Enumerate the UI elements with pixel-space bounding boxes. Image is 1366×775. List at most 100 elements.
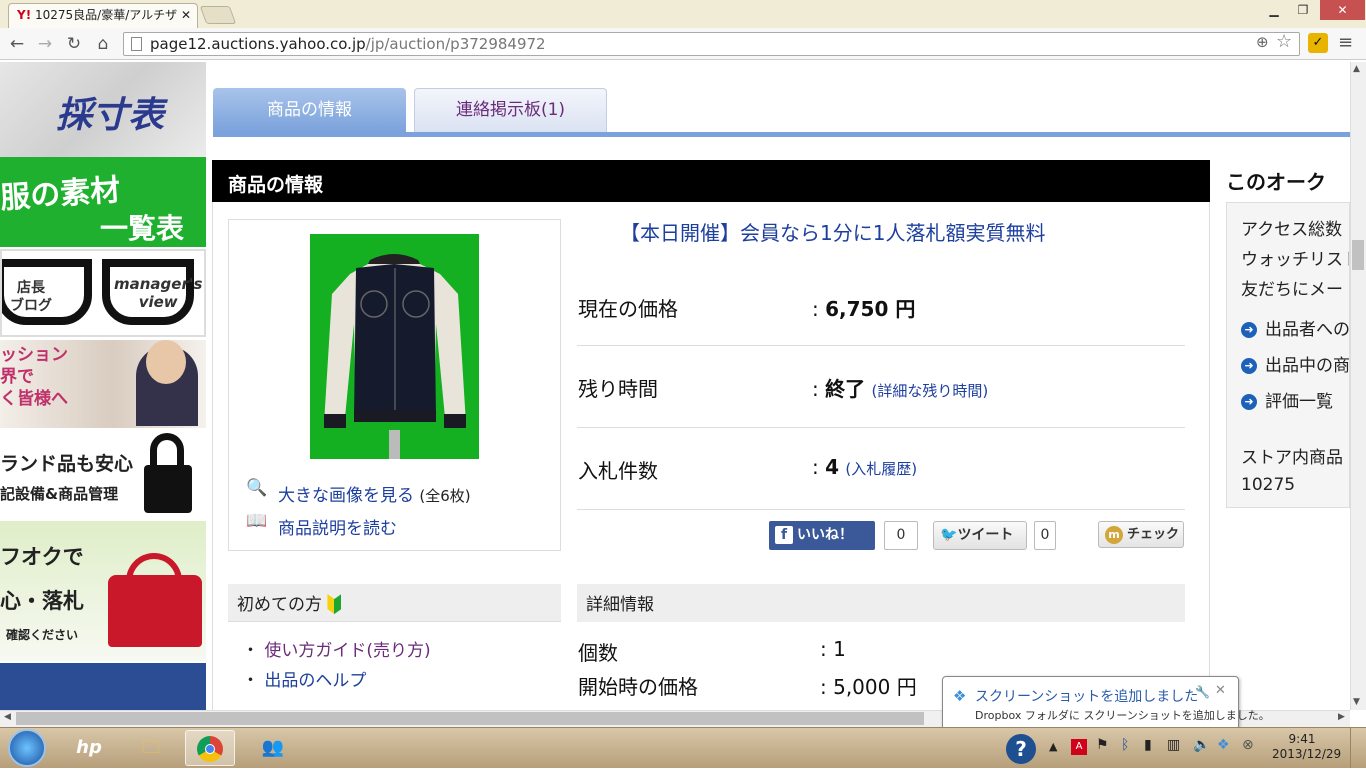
help-list-item[interactable]: ・ 出品のヘルプ: [242, 666, 366, 691]
dropbox-icon: ❖: [953, 687, 967, 705]
battery-icon[interactable]: ▮: [1144, 737, 1152, 753]
home-icon[interactable]: ⌂: [92, 33, 114, 55]
bottom-banner[interactable]: [0, 663, 206, 710]
price-value: : 6,750 円: [812, 297, 916, 321]
start-button[interactable]: [8, 729, 46, 767]
usage-guide-link[interactable]: 使い方ガイド(売り方): [264, 641, 430, 661]
ratings-link[interactable]: ➜ 評価一覧: [1241, 387, 1333, 412]
scroll-left-icon[interactable]: ◀: [4, 712, 11, 722]
details-header: 詳細情報: [577, 584, 1185, 622]
auction-side-title: このオーク: [1226, 170, 1326, 194]
size-chart-banner[interactable]: 採寸表: [0, 62, 206, 157]
chrome-taskbar-icon[interactable]: [185, 730, 235, 766]
blog-label: 店長 ブログ: [10, 280, 52, 314]
horizontal-scroll-thumb[interactable]: [16, 712, 924, 725]
wrench-icon[interactable]: 🔧: [1195, 685, 1210, 699]
clock-time: 9:41: [1288, 732, 1316, 746]
email-friend-link[interactable]: 友だちにメー: [1241, 275, 1343, 300]
minimize-icon[interactable]: ▁: [1260, 0, 1288, 20]
forward-icon[interactable]: →: [34, 33, 56, 55]
notification-title: スクリーンショットを追加しました: [975, 689, 1199, 705]
yahoo-favicon: Y!: [17, 8, 32, 22]
read-description-link[interactable]: 商品説明を読む: [278, 514, 397, 539]
book-icon: 📖: [246, 511, 268, 531]
auction-side-box: アクセス総数 ウォッチリスト 友だちにメー ➜ 出品者への ➜ 出品中の商 ➜ 評価一…: [1226, 202, 1350, 508]
fashion-banner[interactable]: ッション 界で く皆様へ: [0, 340, 206, 428]
scroll-right-icon[interactable]: ▶: [1338, 712, 1345, 722]
check-label: チェック: [1127, 527, 1180, 542]
price-amount: 6,750 円: [825, 297, 916, 321]
extension-icon[interactable]: ✓: [1308, 33, 1328, 53]
bid-history-link[interactable]: (入札履歴): [845, 460, 917, 478]
promo-link[interactable]: 【本日開催】会員なら1分に1人落札額実質無料: [620, 217, 1045, 246]
fashion-line2: 界で: [0, 367, 34, 387]
scroll-up-icon[interactable]: ▲: [1353, 64, 1360, 74]
back-icon[interactable]: ←: [6, 33, 28, 55]
dropbox-tray-icon[interactable]: ❖: [1217, 737, 1230, 753]
network-icon[interactable]: ▥: [1167, 737, 1180, 753]
tweet-button[interactable]: 🐦ツイート: [933, 521, 1027, 550]
flag-tray-icon[interactable]: ⚑: [1096, 737, 1109, 753]
manager-blog-banner[interactable]: 店長 ブログ manager's view: [0, 249, 206, 337]
messenger-icon[interactable]: 👥: [248, 730, 298, 766]
volume-icon[interactable]: 🔈: [1193, 737, 1210, 753]
close-tab-icon[interactable]: ✕: [181, 4, 191, 26]
seller-items-link[interactable]: ➜ 出品中の商: [1241, 351, 1349, 376]
help-icon[interactable]: ?: [1006, 734, 1036, 764]
bluetooth-icon[interactable]: ᛒ: [1121, 737, 1129, 753]
time-left-detail-link[interactable]: (詳細な残り時間): [871, 382, 988, 400]
arrow-right-icon: ➜: [1241, 322, 1257, 338]
yafuoku-banner[interactable]: フオクで 心・落札 確認ください: [0, 521, 206, 661]
view-large-image-link[interactable]: 大きな画像を見る (全6枚): [278, 481, 471, 506]
tab-item-info[interactable]: 商品の情報: [213, 88, 406, 132]
watchlist-label: ウォッチリスト: [1241, 250, 1350, 270]
fashion-line1: ッション: [0, 345, 68, 365]
tab-message-board[interactable]: 連絡掲示板(1): [414, 88, 607, 132]
page-icon: [131, 37, 142, 51]
clock[interactable]: 9:41 2013/12/29: [1272, 732, 1341, 762]
vertical-scroll-thumb[interactable]: [1352, 240, 1364, 270]
window-close-icon[interactable]: ✕: [1320, 0, 1365, 20]
listing-help-link[interactable]: 出品のヘルプ: [264, 671, 366, 691]
bookmark-star-icon[interactable]: ☆: [1276, 31, 1292, 52]
scroll-down-icon[interactable]: ▼: [1353, 697, 1360, 707]
lock-icon: [144, 465, 192, 513]
seller-question-link[interactable]: ➜ 出品者への: [1241, 315, 1349, 340]
quantity-label: 個数: [578, 641, 618, 665]
quantity-value: : 1: [820, 637, 846, 661]
adobe-tray-icon[interactable]: A: [1071, 739, 1087, 755]
vertical-scrollbar[interactable]: [1350, 62, 1366, 710]
beginner-header: 初めての方: [228, 584, 561, 622]
time-left-value: : 終了 (詳細な残り時間): [812, 377, 989, 401]
view-large-image-label: 大きな画像を見る: [278, 486, 414, 506]
explorer-icon[interactable]: 🗀: [126, 730, 176, 766]
browser-tab[interactable]: Y! 10275良品/豪華/アルチザ ✕: [8, 3, 198, 28]
fashion-line3: く皆様へ: [0, 389, 68, 409]
new-tab-button[interactable]: [199, 6, 237, 24]
notification-close-icon[interactable]: ✕: [1215, 683, 1226, 698]
arrow-right-icon: ➜: [1241, 358, 1257, 374]
guide-list-item[interactable]: ・ 使い方ガイド(売り方): [242, 636, 431, 661]
address-bar[interactable]: page12.auctions.yahoo.co.jp/jp/auction/p…: [123, 32, 1300, 56]
show-desktop-button[interactable]: [1350, 728, 1366, 768]
brand-line2: 記設備&商品管理: [0, 485, 119, 503]
magnifier-icon: 🔍: [246, 478, 268, 498]
product-image[interactable]: [310, 234, 479, 459]
divider: [577, 345, 1185, 346]
material-banner[interactable]: 服の素材 一覧表: [0, 157, 206, 247]
mixi-check-button[interactable]: m チェック: [1098, 521, 1184, 548]
dropbox-notification[interactable]: ❖ スクリーンショットを追加しました Dropbox フォルダに スクリーンショ…: [942, 676, 1270, 730]
maximize-icon[interactable]: ❐: [1289, 0, 1317, 20]
tray-close-icon[interactable]: ⊗: [1242, 737, 1254, 753]
facebook-like-button[interactable]: f いいね！: [769, 521, 875, 550]
notification-body: Dropbox フォルダに スクリーンショットを追加しました。: [975, 709, 1270, 722]
zoom-icon[interactable]: ⊕: [1256, 33, 1269, 51]
like-label: いいね！: [797, 527, 853, 543]
tray-expand-icon[interactable]: ▲: [1049, 740, 1057, 753]
ratings-label: 評価一覧: [1265, 392, 1333, 412]
menu-icon[interactable]: ≡: [1338, 32, 1353, 53]
like-count: 0: [884, 521, 918, 550]
hp-icon[interactable]: hp: [64, 730, 114, 766]
brand-security-banner[interactable]: ランド品も安心 記設備&商品管理: [0, 431, 206, 519]
reload-icon[interactable]: ↻: [63, 33, 85, 55]
